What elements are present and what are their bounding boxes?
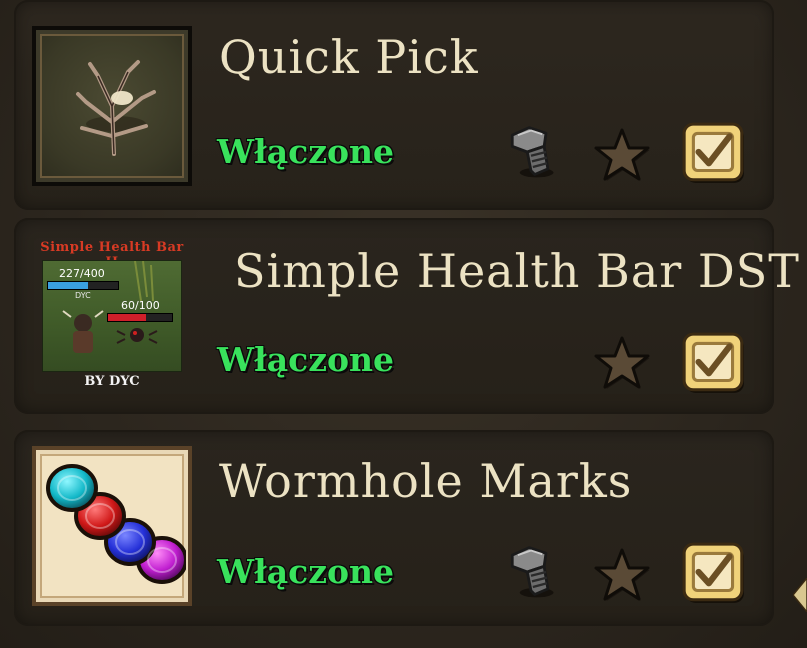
thumbnail-byline: BY DYC	[84, 374, 140, 389]
enabled-checkbox-icon[interactable]	[680, 330, 748, 398]
mod-thumbnail	[32, 26, 192, 186]
mod-thumbnail	[32, 446, 192, 606]
favorite-star-icon[interactable]	[592, 546, 652, 606]
enabled-checkbox-icon[interactable]	[680, 120, 748, 188]
favorite-star-icon[interactable]	[592, 334, 652, 394]
favorite-star-icon[interactable]	[592, 126, 652, 186]
mod-title: Quick Pick	[219, 30, 479, 84]
mod-title: Simple Health Bar DST	[234, 244, 800, 298]
mod-thumbnail: Simple Health Bar II 227/400 DYC 60/100 …	[32, 240, 192, 400]
mod-row-simple-health-bar[interactable]: Simple Health Bar II 227/400 DYC 60/100 …	[14, 218, 799, 414]
server-bolt-icon	[502, 122, 560, 182]
enabled-checkbox-icon[interactable]	[680, 540, 748, 608]
mod-title: Wormhole Marks	[219, 454, 633, 508]
mod-row-wormhole-marks[interactable]: Wormhole Marks Włączone	[14, 430, 774, 626]
mod-status-enabled: Włączone	[217, 132, 394, 171]
server-bolt-icon	[502, 542, 560, 602]
mod-row-quick-pick[interactable]: Quick Pick Włączone	[14, 0, 774, 210]
wormhole-gems-icon	[46, 464, 188, 584]
scroll-arrow-icon[interactable]	[793, 578, 807, 612]
twig-bush-icon	[76, 60, 156, 156]
thumbnail-scene: 227/400 DYC 60/100	[42, 260, 182, 372]
character-sprites	[62, 261, 158, 353]
mod-status-enabled: Włączone	[217, 340, 394, 379]
mod-status-enabled: Włączone	[217, 552, 394, 591]
